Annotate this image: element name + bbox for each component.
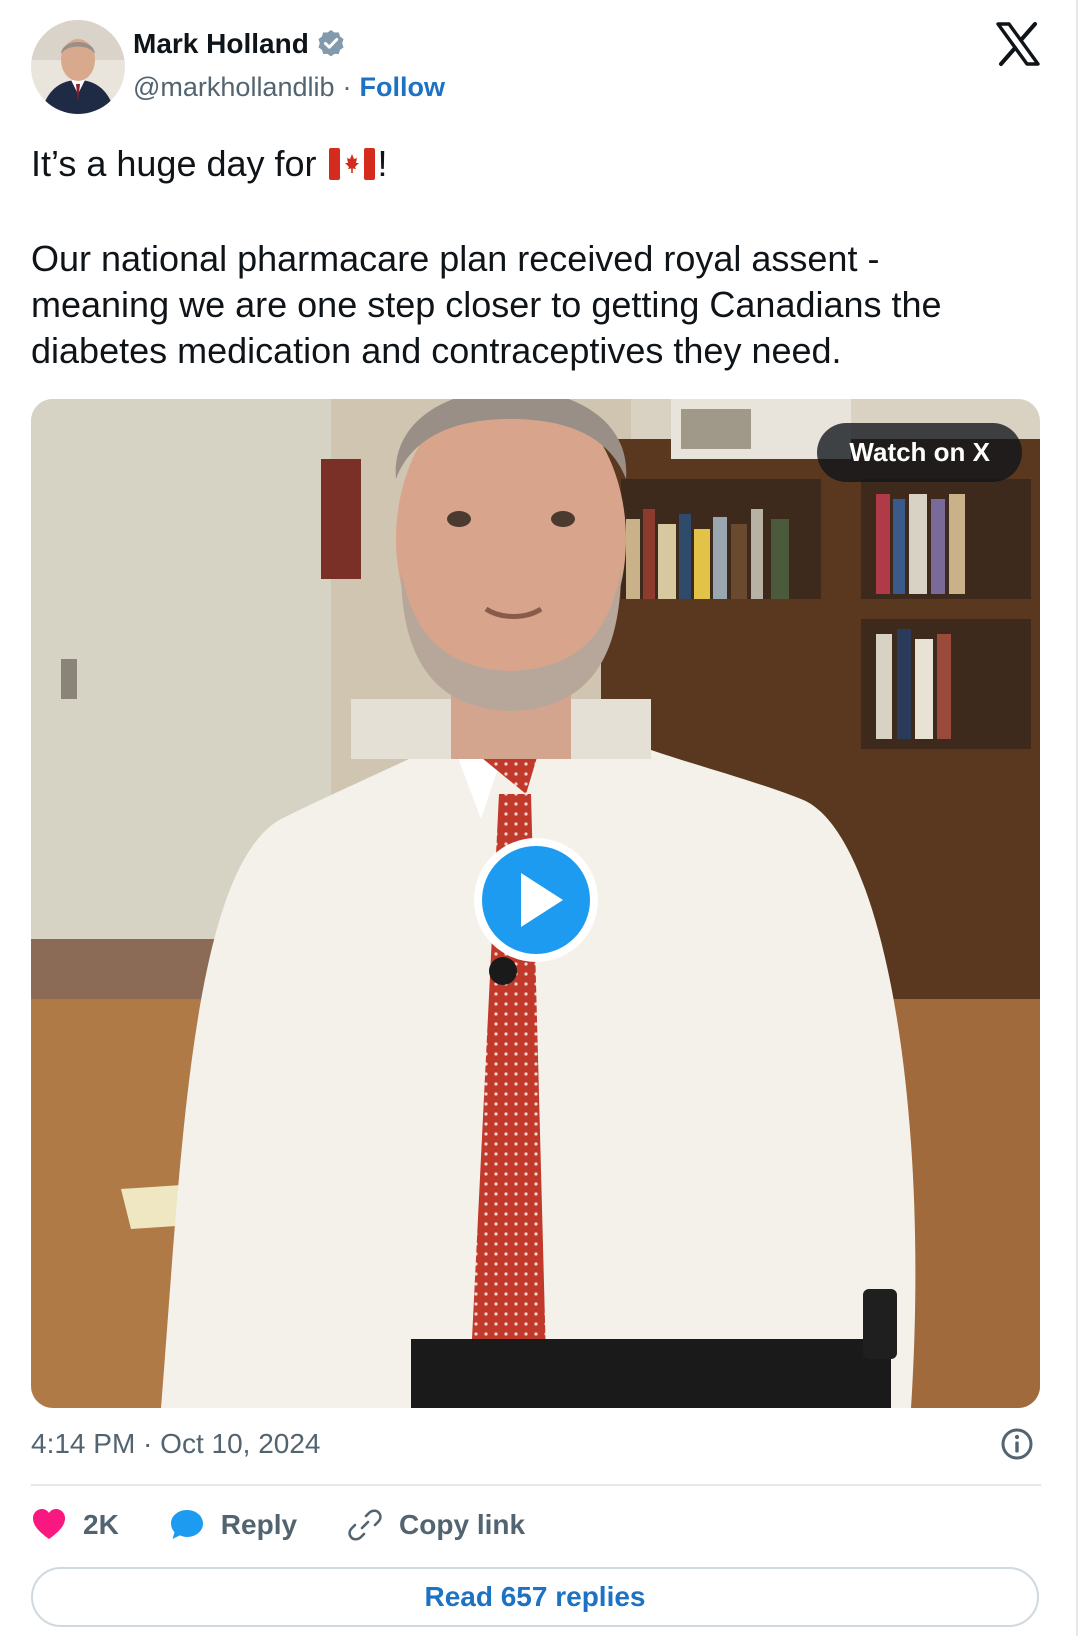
- author-name-row: Mark Holland: [133, 28, 347, 60]
- author-handle-row: @markhollandlib · Follow: [133, 72, 445, 103]
- chat-bubble-icon: [170, 1510, 203, 1539]
- canada-flag-icon: [328, 148, 375, 180]
- heart-icon: [33, 1509, 65, 1539]
- copy-link-button[interactable]: Copy link: [347, 1507, 525, 1543]
- like-button[interactable]: 2K: [31, 1507, 119, 1543]
- video-player[interactable]: Watch on X: [31, 399, 1040, 1408]
- tweet-first-line: It’s a huge day for !: [31, 141, 388, 187]
- author-handle[interactable]: @markhollandlib: [133, 72, 335, 103]
- tweet-text-prefix: It’s a huge day for: [31, 143, 317, 184]
- copy-link-label: Copy link: [399, 1509, 526, 1540]
- follow-button[interactable]: Follow: [360, 72, 445, 103]
- info-icon[interactable]: [1000, 1427, 1034, 1461]
- read-replies-button[interactable]: Read 657 replies: [31, 1567, 1039, 1627]
- x-logo-icon[interactable]: [994, 20, 1042, 68]
- tweet-body-line: diabetes medication and contraceptives t…: [31, 330, 842, 371]
- like-count: 2K: [83, 1509, 119, 1540]
- tweet-body: Our national pharmacare plan received ro…: [31, 236, 1031, 374]
- reply-button[interactable]: Reply: [169, 1507, 297, 1543]
- watch-on-x-button[interactable]: Watch on X: [817, 423, 1022, 482]
- play-icon[interactable]: [471, 835, 601, 965]
- tweet-timestamp[interactable]: 4:14 PM · Oct 10, 2024: [31, 1428, 321, 1460]
- tweet-embed-card: Mark Holland @markhollandlib · Follow It…: [0, 0, 1078, 1636]
- author-avatar[interactable]: [31, 20, 125, 114]
- author-name[interactable]: Mark Holland: [133, 28, 309, 60]
- divider: [31, 1484, 1041, 1486]
- reply-label: Reply: [220, 1509, 298, 1540]
- handle-separator: ·: [342, 72, 352, 102]
- action-bar: 2K Reply Copy link: [31, 1507, 525, 1543]
- verified-badge-icon: [318, 30, 344, 57]
- tweet-text-suffix: !: [377, 143, 388, 184]
- tweet-body-line: Our national pharmacare plan received ro…: [31, 238, 880, 279]
- tweet-body-line: meaning we are one step closer to gettin…: [31, 284, 942, 325]
- link-icon: [348, 1509, 382, 1541]
